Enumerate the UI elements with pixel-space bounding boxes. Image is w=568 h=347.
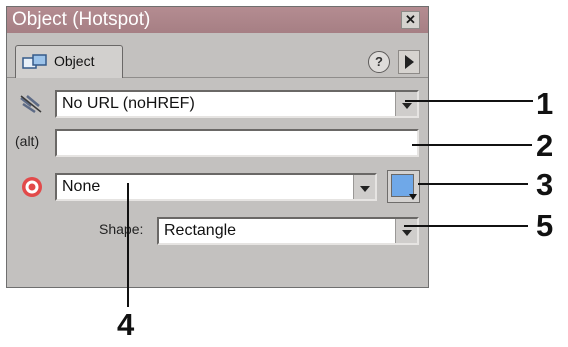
url-select[interactable]: No URL (noHREF): [55, 90, 419, 118]
target-value: None: [62, 178, 101, 195]
shape-select[interactable]: Rectangle: [157, 217, 419, 245]
close-icon[interactable]: ✕: [401, 11, 420, 29]
help-icon[interactable]: ?: [368, 51, 390, 73]
hotspot-color-swatch[interactable]: [387, 170, 420, 203]
callout-line-5: [404, 225, 528, 227]
callout-5: 5: [536, 208, 554, 243]
shape-label: Shape:: [99, 221, 144, 237]
callout-line-1: [405, 100, 533, 102]
callout-line-3: [418, 183, 528, 185]
callout-4: 4: [117, 307, 135, 342]
alt-label: (alt): [15, 133, 40, 149]
tab-object-label: Object: [54, 53, 95, 69]
callout-line-2: [412, 144, 532, 146]
object-icon: [22, 54, 47, 69]
panel-title: Object (Hotspot): [12, 9, 151, 30]
alt-input[interactable]: [55, 129, 419, 157]
panel-titlebar[interactable]: Object (Hotspot) ✕: [7, 7, 428, 33]
url-dropdown-icon[interactable]: [395, 92, 417, 116]
callout-3: 3: [536, 167, 554, 202]
callout-line-4: [127, 183, 129, 307]
callout-1: 1: [536, 86, 554, 121]
tab-object[interactable]: Object: [15, 45, 123, 78]
shape-dropdown-icon[interactable]: [395, 219, 417, 243]
target-icon: [22, 177, 42, 197]
link-icon: [20, 95, 42, 114]
panel-options-arrow-icon[interactable]: [398, 50, 420, 74]
hotspot-panel: Object (Hotspot) ✕ Object ? No URL (noHR…: [6, 6, 429, 288]
url-value: No URL (noHREF): [62, 95, 195, 112]
tab-strip: Object ?: [7, 33, 428, 78]
target-select[interactable]: None: [55, 173, 377, 201]
target-dropdown-icon[interactable]: [353, 175, 375, 199]
swatch-dropdown-icon: [409, 194, 417, 200]
shape-value: Rectangle: [164, 222, 237, 239]
callout-2: 2: [536, 128, 554, 163]
